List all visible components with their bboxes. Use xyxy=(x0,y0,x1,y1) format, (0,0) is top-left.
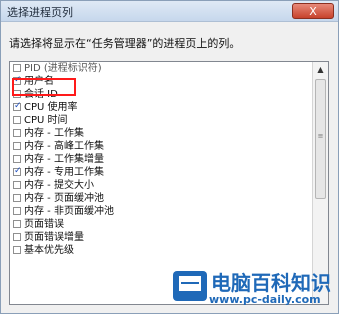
dialog-title: 选择进程页列 xyxy=(7,6,73,19)
column-label: 页面错误 xyxy=(24,219,64,230)
column-label: 内存 - 页面缓冲池 xyxy=(24,193,104,204)
column-checkbox[interactable] xyxy=(13,129,21,137)
watermark-url: www.pc-daily.com xyxy=(209,293,321,306)
column-label: 内存 - 高峰工作集 xyxy=(24,141,104,152)
column-option[interactable]: 内存 - 提交大小 xyxy=(10,179,310,192)
scroll-up-icon[interactable]: ▲ xyxy=(313,62,328,77)
column-option[interactable]: 内存 - 高峰工作集 xyxy=(10,140,310,153)
watermark-title: 电脑百科知识 xyxy=(211,271,331,295)
close-button[interactable]: X xyxy=(292,3,334,19)
grip-icon: ≡ xyxy=(317,132,324,140)
column-checkbox[interactable] xyxy=(13,100,22,113)
column-option[interactable]: 内存 - 专用工作集 xyxy=(10,165,310,179)
column-option[interactable]: 内存 - 工作集 xyxy=(10,127,310,140)
watermark-logo-icon xyxy=(173,271,207,301)
column-option[interactable]: 基本优先级 xyxy=(10,244,310,257)
scroll-thumb[interactable]: ≡ xyxy=(315,79,326,199)
column-option[interactable]: PID (进程标识符) xyxy=(10,62,310,75)
column-checkbox[interactable] xyxy=(13,246,21,254)
column-checkbox[interactable] xyxy=(13,155,21,163)
column-label: 内存 - 工作集增量 xyxy=(24,154,104,165)
column-checkbox[interactable] xyxy=(13,220,21,228)
column-label: 内存 - 非页面缓冲池 xyxy=(24,206,114,217)
column-checkbox[interactable] xyxy=(13,142,21,150)
column-option[interactable]: 页面错误增量 xyxy=(10,231,310,244)
column-label: 内存 - 提交大小 xyxy=(24,180,94,191)
column-label: 内存 - 专用工作集 xyxy=(24,167,104,178)
instruction-text: 请选择将显示在“任务管理器”的进程页上的列。 xyxy=(9,37,241,50)
column-option[interactable]: 内存 - 页面缓冲池 xyxy=(10,192,310,205)
column-checkbox[interactable] xyxy=(13,165,22,178)
column-label: 页面错误增量 xyxy=(24,232,84,243)
column-label: 基本优先级 xyxy=(24,245,74,256)
column-label: PID (进程标识符) xyxy=(24,63,102,74)
column-option[interactable]: CPU 时间 xyxy=(10,114,310,127)
title-bar[interactable]: 选择进程页列 X xyxy=(1,1,338,22)
column-label: CPU 使用率 xyxy=(24,102,78,113)
watermark: 电脑百科知识 www.pc-daily.com xyxy=(171,263,339,315)
column-option[interactable]: 内存 - 非页面缓冲池 xyxy=(10,205,310,218)
column-option[interactable]: 内存 - 工作集增量 xyxy=(10,153,310,166)
column-checkbox[interactable] xyxy=(13,233,21,241)
column-option[interactable]: 页面错误 xyxy=(10,218,310,231)
highlight-box xyxy=(12,78,76,96)
column-checkbox[interactable] xyxy=(13,207,21,215)
column-label: 内存 - 工作集 xyxy=(24,128,84,139)
column-option[interactable]: CPU 使用率 xyxy=(10,100,310,114)
column-label: CPU 时间 xyxy=(24,115,68,126)
column-checkbox[interactable] xyxy=(13,194,21,202)
dialog-window: 选择进程页列 X 请选择将显示在“任务管理器”的进程页上的列。 PID (进程标… xyxy=(0,0,339,314)
column-checkbox[interactable] xyxy=(13,181,21,189)
column-checkbox[interactable] xyxy=(13,64,21,72)
column-checkbox[interactable] xyxy=(13,116,21,124)
